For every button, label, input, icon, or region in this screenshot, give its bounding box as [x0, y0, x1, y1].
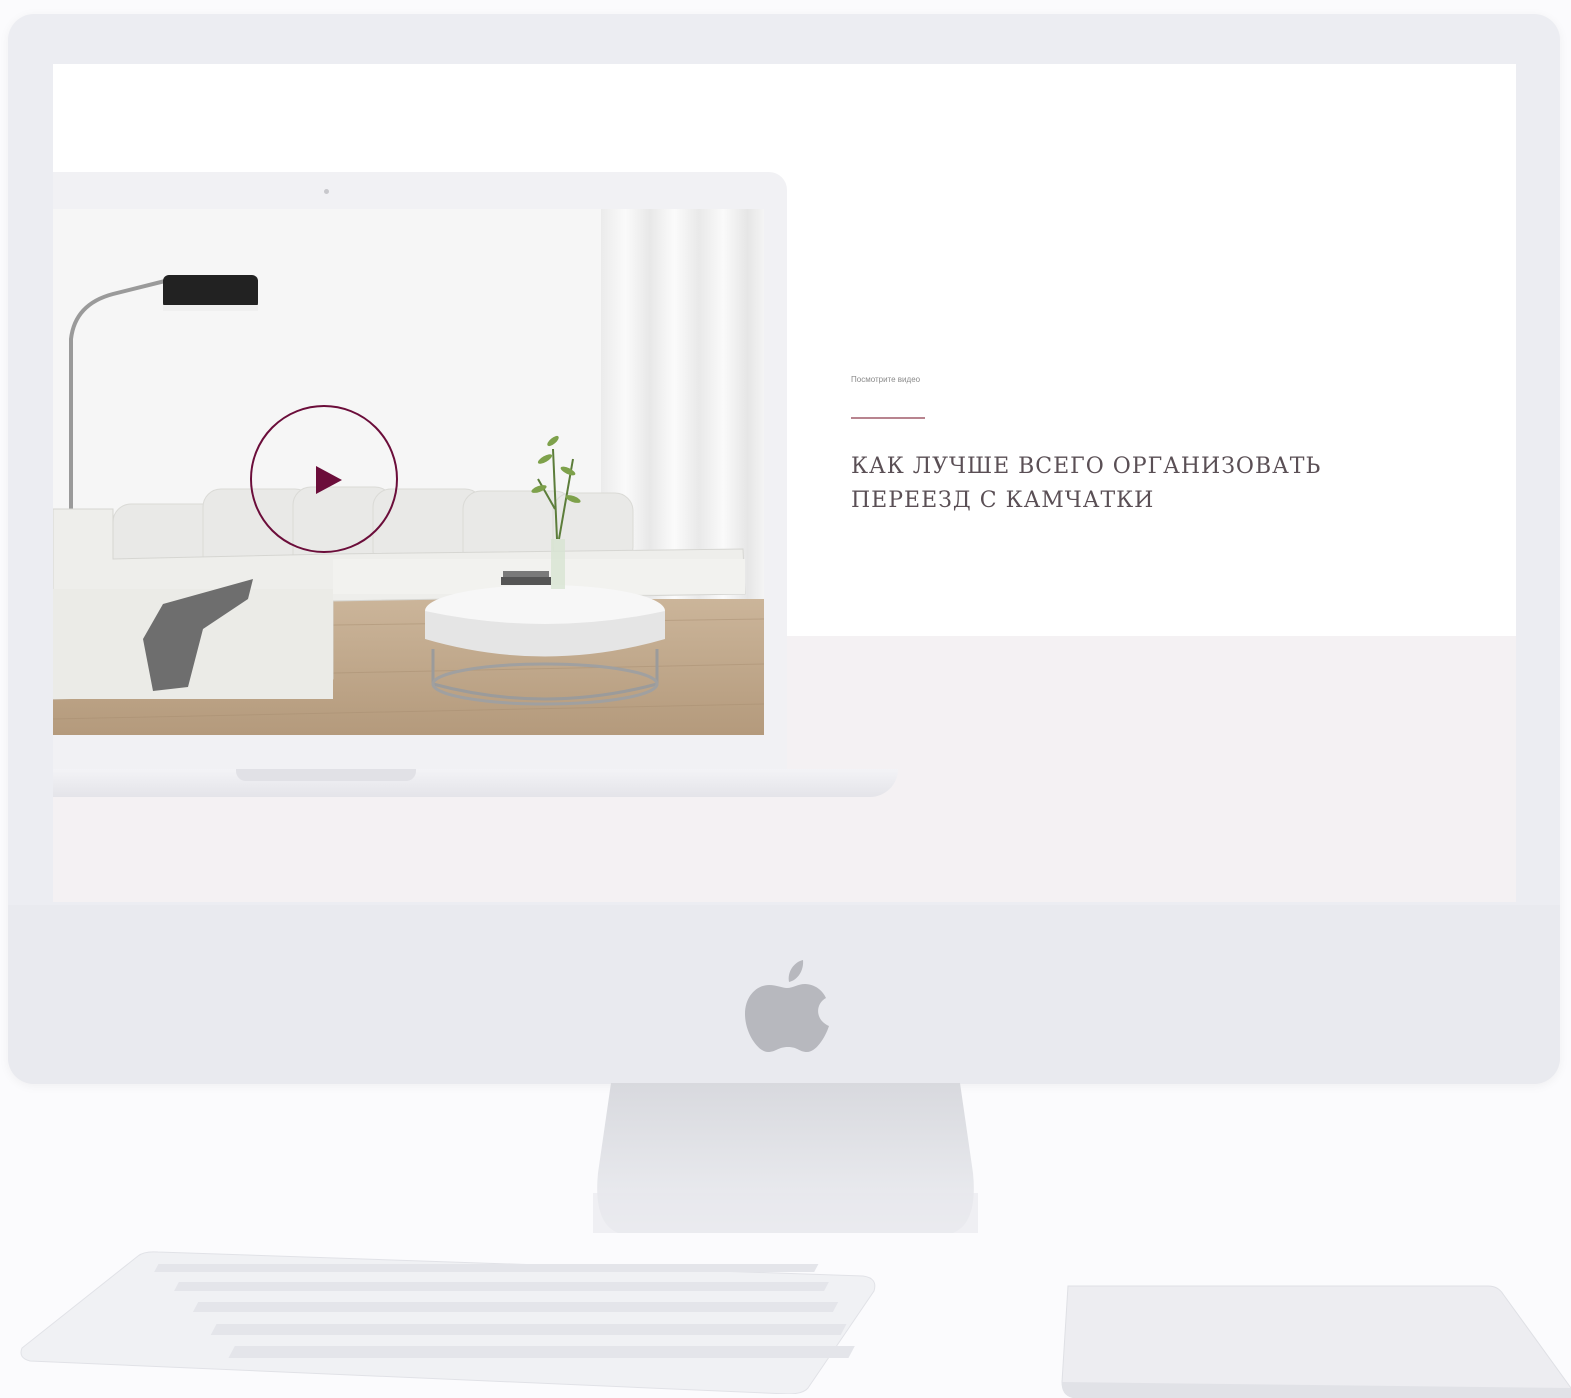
laptop-notch [236, 769, 416, 781]
accent-divider [851, 417, 925, 419]
trackpad [1061, 1285, 1571, 1398]
play-button[interactable] [250, 405, 398, 553]
section-headline: КАК ЛУЧШЕ ВСЕГО ОРГАНИЗОВАТЬ ПЕРЕЕЗД С К… [851, 454, 1322, 513]
living-room-image [53, 209, 764, 735]
laptop-base [53, 769, 898, 797]
imac-screen: Посмотрите видео КАК ЛУЧШЕ ВСЕГО ОРГАНИЗ… [53, 64, 1516, 902]
imac-stand [593, 1083, 978, 1233]
keyboard [20, 1251, 876, 1394]
apple-logo-icon [745, 960, 829, 1052]
laptop-camera [324, 189, 329, 194]
section-eyebrow: Посмотрите видео [851, 375, 921, 384]
video-preview[interactable] [53, 209, 764, 735]
play-icon [316, 466, 342, 494]
